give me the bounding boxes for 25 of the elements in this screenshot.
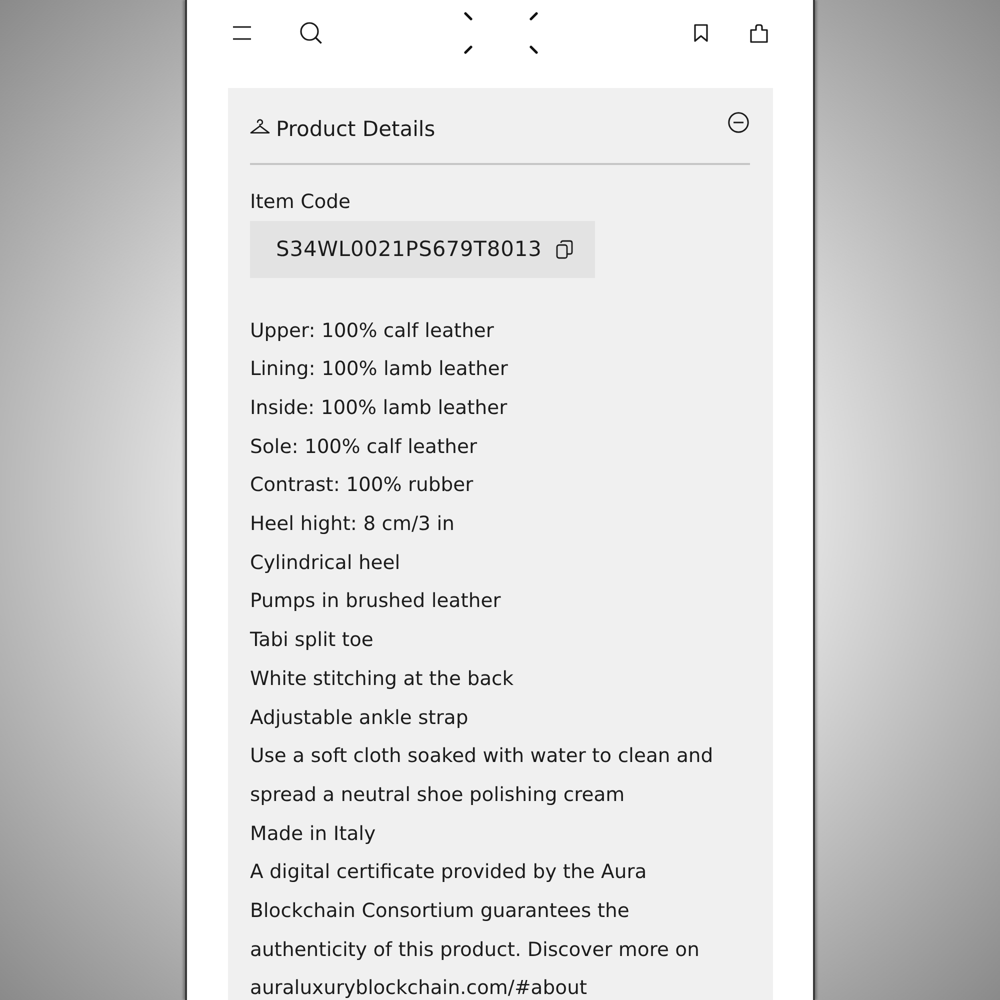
bookmark-icon[interactable] xyxy=(693,24,709,42)
detail-text: Cylindrical heel xyxy=(250,550,402,576)
detail-text: Heel hight: 8 cm/3 in xyxy=(250,511,456,538)
hanger-icon xyxy=(250,119,270,134)
detail-text: Tabi split toe xyxy=(250,627,374,654)
item-code-label: Item Code xyxy=(250,188,352,214)
search-icon[interactable] xyxy=(300,22,322,44)
detail-text: Use a soft cloth soaked with water to clean and spread a neutral shoe polishing cream xyxy=(250,743,714,808)
menu-icon[interactable] xyxy=(233,26,251,40)
detail-text: Contrast: 100% rubber xyxy=(250,472,474,498)
detail-text: Adjustable ankle strap xyxy=(250,704,470,731)
shopping-bag-icon[interactable] xyxy=(750,24,768,42)
detail-text: Sole: 100% calf leather xyxy=(250,434,478,460)
item-code-text: S34WL0021PS679T8013 xyxy=(276,236,542,263)
copy-icon[interactable] xyxy=(556,240,573,258)
detail-text: A digital certificate provided by the Aura Blockchain Consortium guarantees the authenticity of this product. Discover more on auraluxuryblockchain.com/#about xyxy=(250,859,700,1000)
section-title: Product Details xyxy=(276,116,436,143)
detail-text: Lining: 100% lamb leather xyxy=(250,356,509,382)
logo-icon[interactable] xyxy=(464,12,538,54)
detail-text: Inside: 100% lamb leather xyxy=(250,394,508,421)
detail-text: White stitching at the back xyxy=(250,666,515,692)
detail-text: Pumps in brushed leather xyxy=(250,588,502,614)
minus-circle-icon[interactable] xyxy=(728,112,749,133)
detail-text: Upper: 100% calf leather xyxy=(250,318,495,344)
detail-text: Made in Italy xyxy=(250,820,377,847)
